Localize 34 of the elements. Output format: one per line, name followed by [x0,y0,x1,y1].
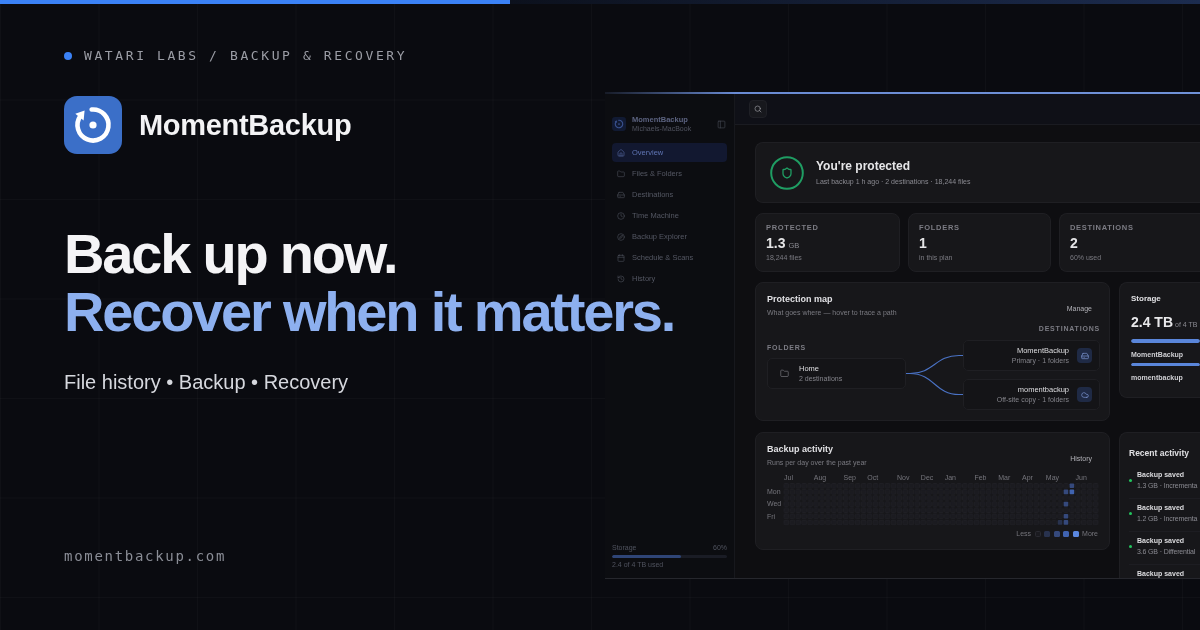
calendar-icon [617,253,625,262]
brand-name: MomentBackup [139,108,352,142]
tagline: File history • Backup • Recovery [64,370,349,394]
dot-icon [1129,512,1132,515]
search-button[interactable] [749,100,767,118]
clock-icon [617,211,625,220]
status-title: You're protected [816,159,911,173]
card-title: Recent activity [1129,448,1190,458]
house-icon [617,148,625,157]
dot-icon [1129,479,1132,482]
headline: Back up now. [64,225,397,283]
storage-value: 2.4 TB [1131,314,1173,330]
cloud-icon [1077,387,1092,402]
stat-value: 2 [1070,235,1078,251]
logo-icon [64,96,122,154]
panel-icon[interactable] [716,118,727,130]
shield-ring-icon [770,155,804,190]
drive-icon [617,190,625,199]
website-url: momentbackup.com [64,548,227,565]
card-title: Protection map [767,294,834,305]
stat-value: 1.3 [766,235,786,251]
stat-value: 1 [919,235,927,251]
folder-icon [780,369,789,378]
card-title: Storage [1131,294,1162,304]
eyebrow-text: WATARI LABS / BACKUP & RECOVERY [84,48,408,64]
dot-icon [64,52,72,60]
app-icon [612,117,626,131]
card-title: Backup activity [767,444,835,455]
drive-icon [1077,348,1092,363]
clock-arrow-icon [617,274,625,283]
folder-icon [617,169,625,178]
compass-icon [617,232,625,241]
dot-icon [1129,545,1132,548]
search-icon [754,105,762,113]
